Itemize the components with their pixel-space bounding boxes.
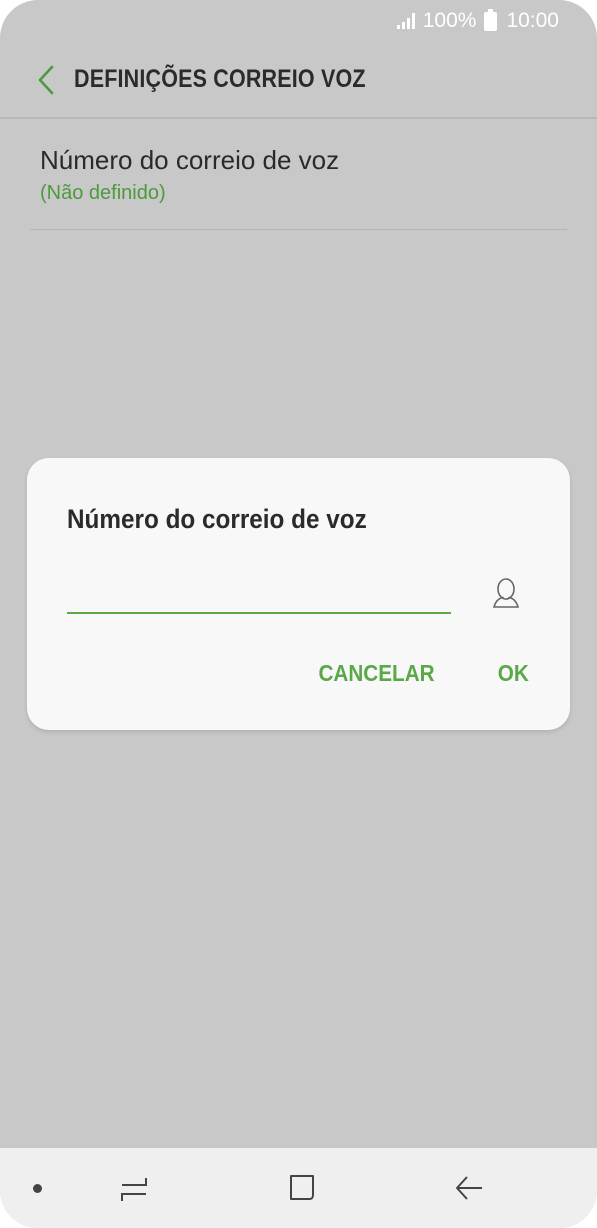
setting-value: (Não definido) [40, 182, 166, 204]
clock: 10:00 [506, 9, 559, 32]
recents-icon [121, 1178, 147, 1201]
chevron-left-icon [38, 65, 54, 94]
navigation-bar [0, 1148, 597, 1228]
setting-title: Número do correio de voz [40, 145, 340, 175]
back-arrow-icon [456, 1176, 482, 1200]
contact-picker-button[interactable] [483, 570, 529, 616]
page-title: DEFINIÇÕES CORREIO VOZ [74, 65, 366, 93]
back-button[interactable] [0, 41, 70, 118]
signal-icon [396, 13, 415, 29]
nav-hide-dot[interactable] [33, 1184, 42, 1193]
recents-button[interactable] [112, 1168, 156, 1208]
nav-back-button[interactable] [447, 1168, 491, 1208]
voicemail-number-dialog: Número do correio de voz CANCELAR OK [27, 458, 570, 730]
app-header: DEFINIÇÕES CORREIO VOZ [0, 42, 597, 119]
home-button[interactable] [280, 1168, 324, 1208]
cancel-button[interactable]: CANCELAR [304, 658, 449, 689]
dialog-actions: CANCELAR OK [296, 658, 546, 689]
dialog-title: Número do correio de voz [67, 504, 367, 534]
contact-icon [493, 578, 519, 608]
voicemail-number-input[interactable] [67, 572, 451, 614]
ok-button[interactable]: OK [483, 658, 543, 689]
voicemail-number-setting[interactable]: Número do correio de voz (Não definido) [30, 121, 567, 230]
phone-screen: 100% 10:00 DEFINIÇÕES CORREIO VOZ Número… [0, 0, 597, 1228]
battery-icon [484, 8, 498, 31]
status-bar: 100% 10:00 [0, 0, 597, 42]
home-icon [290, 1175, 314, 1200]
battery-percent: 100% [422, 9, 477, 32]
